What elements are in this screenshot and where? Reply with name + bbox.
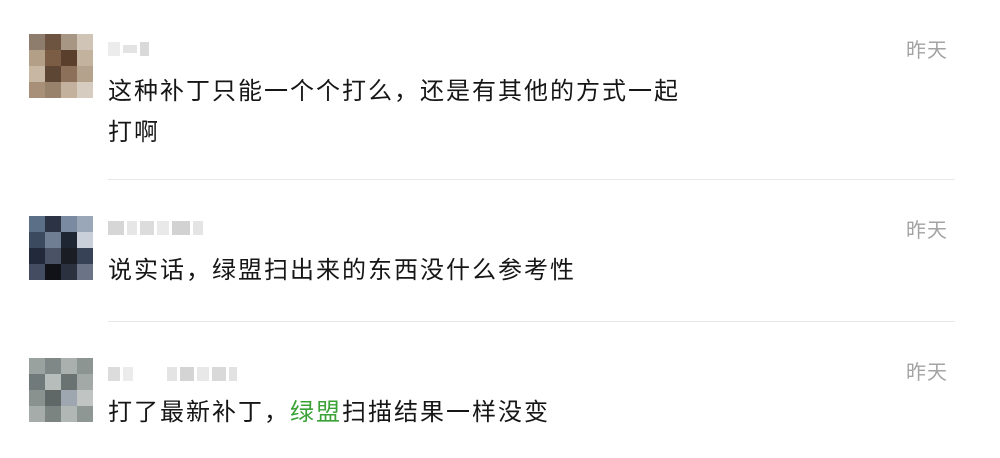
- comment-item: 昨天 打了最新补丁，绿盟扫描结果一样没变: [0, 322, 1000, 458]
- comment-time: 昨天: [906, 38, 948, 62]
- avatar[interactable]: [29, 34, 93, 98]
- nickname[interactable]: [108, 38, 152, 60]
- comment-time: 昨天: [906, 218, 948, 242]
- comment-text: 打了最新补丁，绿盟扫描结果一样没变: [108, 398, 550, 426]
- comment-item: 昨天 说实话，绿盟扫出来的东西没什么参考性: [0, 180, 1000, 321]
- comment-time: 昨天: [906, 360, 948, 384]
- comment-item: 昨天 这种补丁只能一个个打么，还是有其他的方式一起打啊: [0, 0, 1000, 180]
- comment-text: 说实话，绿盟扫出来的东西没什么参考性: [108, 256, 576, 284]
- comment-text: 这种补丁只能一个个打么，还是有其他的方式一起打啊: [108, 77, 680, 146]
- avatar[interactable]: [29, 358, 93, 422]
- highlighted-keyword: 绿盟: [290, 398, 342, 426]
- nickname[interactable]: [108, 363, 240, 385]
- avatar[interactable]: [29, 216, 93, 280]
- nickname[interactable]: [108, 217, 206, 239]
